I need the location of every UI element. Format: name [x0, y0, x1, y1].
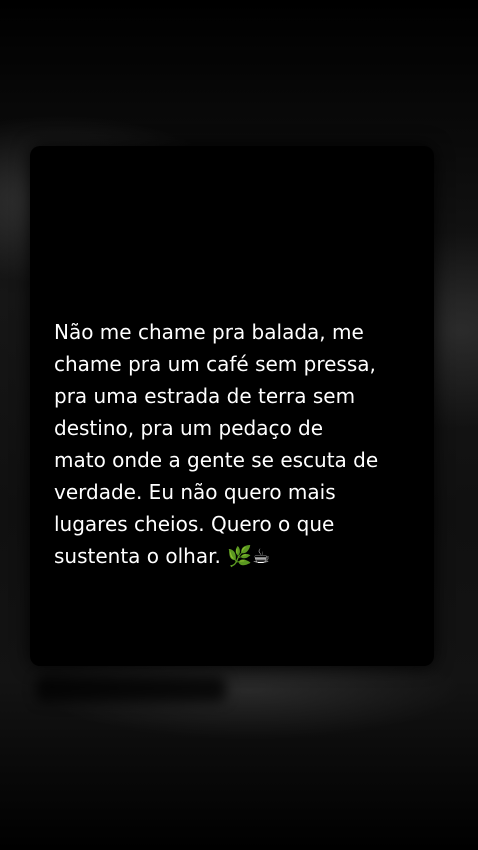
shadow-decoration [36, 676, 226, 702]
quote-text: Não me chame pra balada, me chame pra um… [54, 320, 379, 568]
background: Não me chame pra balada, me chame pra um… [0, 0, 478, 850]
